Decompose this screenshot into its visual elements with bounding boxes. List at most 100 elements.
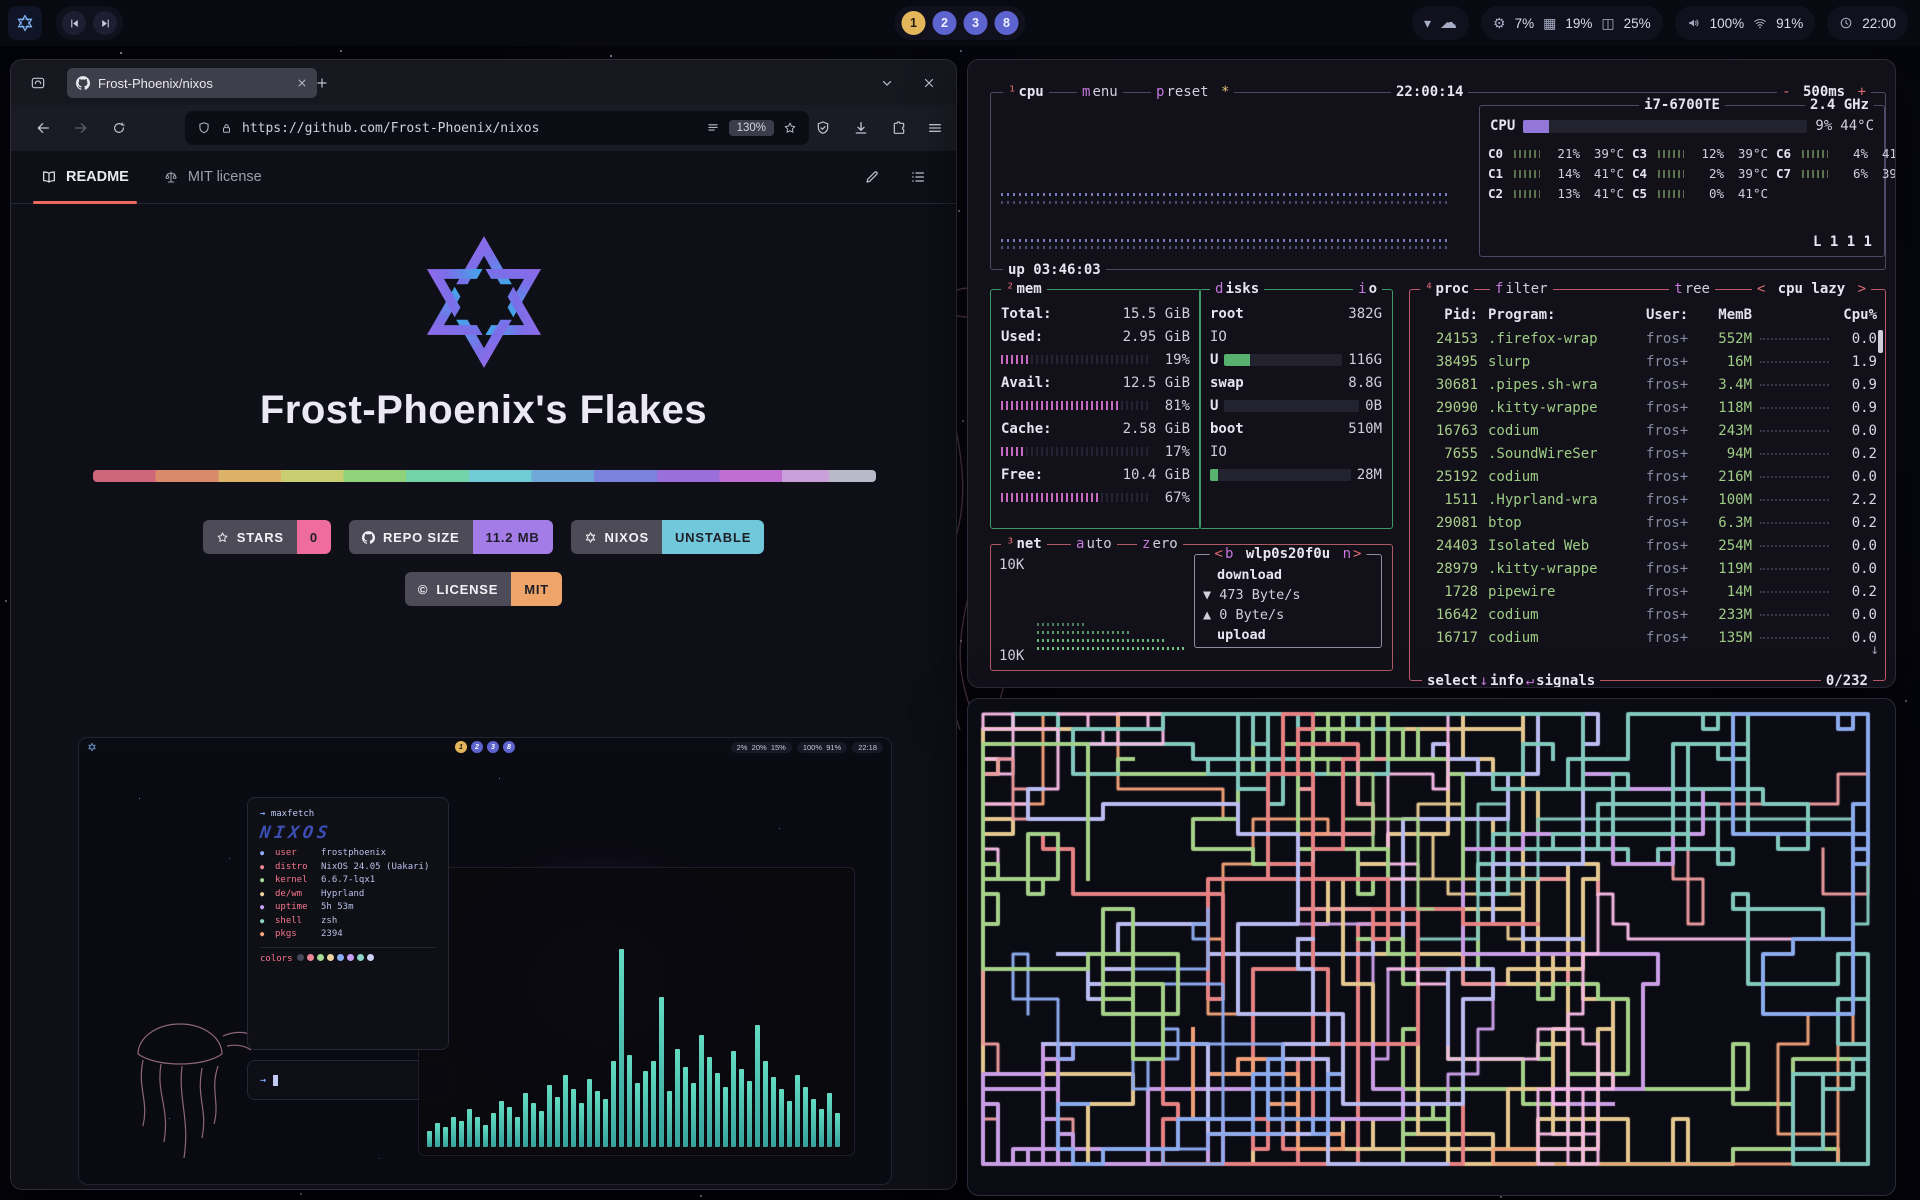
tracking-shield-icon[interactable] bbox=[197, 121, 211, 135]
disk-root-meter bbox=[1224, 354, 1342, 366]
nixos-launcher-button[interactable] bbox=[8, 6, 42, 40]
visualizer-bar bbox=[547, 1085, 552, 1147]
proc-row[interactable]: 7655.SoundWireSerfros+94M0.2 bbox=[1420, 442, 1877, 465]
iface-prev-arrow[interactable]: < bbox=[1215, 545, 1223, 563]
reader-mode-icon[interactable] bbox=[706, 121, 720, 135]
weather-widget[interactable]: ▾ ☁ bbox=[1412, 6, 1469, 40]
app-menu-button[interactable] bbox=[923, 116, 947, 140]
menu-label: enu bbox=[1092, 83, 1117, 101]
interval-minus[interactable]: - bbox=[1782, 83, 1790, 101]
proc-pid: 38495 bbox=[1420, 354, 1478, 370]
stars-badge[interactable]: STARS 0 bbox=[203, 520, 331, 554]
header-mem[interactable]: MemB bbox=[1702, 307, 1752, 323]
proc-leader bbox=[1760, 384, 1829, 386]
iface-next-key[interactable]: n bbox=[1343, 545, 1351, 563]
tab-mit-license[interactable]: MIT license bbox=[163, 151, 262, 203]
bookmark-star-icon[interactable] bbox=[783, 121, 797, 135]
proc-footer-keys[interactable]: select ↓ info ↵ signals bbox=[1422, 672, 1600, 688]
proc-header-row[interactable]: Pid: Program: User: MemB Cpu% bbox=[1420, 302, 1877, 327]
proc-row[interactable]: 1511.Hyprland-wrafros+100M2.2 bbox=[1420, 488, 1877, 511]
proc-box-title[interactable]: ⁴proc bbox=[1420, 280, 1474, 298]
zoom-level-badge[interactable]: 130% bbox=[729, 120, 774, 136]
select-key-label[interactable]: select bbox=[1427, 672, 1478, 688]
proc-row[interactable]: 1728pipewirefros+14M0.2 bbox=[1420, 580, 1877, 603]
proc-row[interactable]: 38495slurpfros+16M1.9 bbox=[1420, 350, 1877, 373]
proc-scrollbar-thumb[interactable] bbox=[1878, 330, 1883, 353]
mem-box-title[interactable]: ²mem bbox=[1001, 280, 1047, 298]
repo-size-badge[interactable]: REPO SIZE 11.2 MB bbox=[349, 520, 553, 554]
proc-row[interactable]: 16717codiumfros+135M0.0 bbox=[1420, 626, 1877, 649]
proc-row[interactable]: 29090.kitty-wrappefros+118M0.9 bbox=[1420, 396, 1877, 419]
proc-row[interactable]: 24403Isolated Webfros+254M0.0 bbox=[1420, 534, 1877, 557]
signals-key-label[interactable]: signals bbox=[1536, 672, 1595, 688]
io-mode-button[interactable]: io bbox=[1353, 280, 1382, 298]
rainbow-divider bbox=[93, 470, 876, 482]
info-key-label[interactable]: info bbox=[1490, 672, 1524, 688]
sort-next-arrow[interactable]: > bbox=[1858, 280, 1866, 298]
net-zero-button[interactable]: zero bbox=[1137, 535, 1183, 553]
window-close-button[interactable] bbox=[918, 72, 940, 94]
back-button[interactable] bbox=[31, 116, 55, 140]
url-bar[interactable]: https://github.com/Frost-Phoenix/nixos 1… bbox=[185, 111, 809, 145]
workspace-button-8[interactable]: 8 bbox=[995, 11, 1019, 35]
media-previous-button[interactable] bbox=[62, 11, 86, 35]
net-auto-button[interactable]: auto bbox=[1071, 535, 1117, 553]
license-badge[interactable]: ©LICENSE MIT bbox=[405, 572, 562, 606]
net-interface-switcher[interactable]: <b wlp0s20f0u n> bbox=[1210, 545, 1367, 563]
firefox-view-button[interactable] bbox=[27, 72, 49, 94]
btop-cpu-box: ¹cpu menu preset * 22:00:14 - 500ms + up… bbox=[990, 92, 1886, 270]
io-title: o bbox=[1369, 280, 1377, 298]
header-user[interactable]: User: bbox=[1646, 307, 1702, 323]
proc-row[interactable]: 16642codiumfros+233M0.0 bbox=[1420, 603, 1877, 626]
downloads-button[interactable] bbox=[849, 116, 873, 140]
cpu-box-title[interactable]: ¹cpu bbox=[1003, 83, 1049, 101]
sort-mode-switcher[interactable]: < cpu lazy > bbox=[1752, 280, 1871, 298]
workspace-button-3[interactable]: 3 bbox=[964, 11, 988, 35]
header-pid[interactable]: Pid: bbox=[1420, 307, 1478, 323]
mem-used-label: Used: bbox=[1001, 329, 1043, 345]
menu-button[interactable]: menu bbox=[1077, 83, 1123, 101]
workspace-button-1[interactable]: 1 bbox=[902, 11, 926, 35]
media-next-button[interactable] bbox=[93, 11, 117, 35]
forward-icon bbox=[73, 120, 89, 136]
tab-close-icon[interactable] bbox=[296, 77, 308, 89]
proc-mem: 243M bbox=[1702, 423, 1752, 439]
system-stats-widget[interactable]: ⚙ 7% ▦ 19% ◫ 25% bbox=[1481, 6, 1663, 40]
header-cpu[interactable]: Cpu% bbox=[1837, 307, 1877, 323]
net-box-title[interactable]: ³net bbox=[1001, 535, 1047, 553]
header-program[interactable]: Program: bbox=[1488, 307, 1646, 323]
proc-user: fros+ bbox=[1646, 630, 1702, 646]
new-tab-button[interactable] bbox=[311, 72, 333, 94]
proc-cpu: 2.2 bbox=[1837, 492, 1877, 508]
disks-box-title[interactable]: disks bbox=[1210, 280, 1264, 298]
protections-button[interactable] bbox=[811, 116, 835, 140]
edit-readme-button[interactable] bbox=[864, 169, 880, 185]
outline-button[interactable] bbox=[910, 169, 926, 185]
tab-list-button[interactable] bbox=[876, 72, 898, 94]
proc-row[interactable]: 16763codiumfros+243M0.0 bbox=[1420, 419, 1877, 442]
proc-row[interactable]: 28979.kitty-wrappefros+119M0.0 bbox=[1420, 557, 1877, 580]
dropdown-icon: ▾ bbox=[1424, 15, 1431, 32]
core-meter bbox=[1658, 170, 1684, 178]
forward-button[interactable] bbox=[69, 116, 93, 140]
extensions-button[interactable] bbox=[887, 116, 911, 140]
proc-row[interactable]: 29081btopfros+6.3M0.2 bbox=[1420, 511, 1877, 534]
readme-screenshot-image[interactable]: 1 2 3 8 2% 20% 15% 100% 91% 22:18 bbox=[78, 737, 892, 1185]
reload-button[interactable] bbox=[107, 116, 131, 140]
audio-network-widget[interactable]: 100% 91% bbox=[1675, 6, 1816, 40]
tab-readme[interactable]: README bbox=[41, 151, 129, 203]
nixos-badge[interactable]: NIXOS UNSTABLE bbox=[571, 520, 765, 554]
proc-row[interactable]: 25192codiumfros+216M0.0 bbox=[1420, 465, 1877, 488]
browser-tab[interactable]: Frost-Phoenix/nixos bbox=[67, 68, 317, 98]
preset-button[interactable]: preset * bbox=[1151, 83, 1234, 101]
proc-mem: 100M bbox=[1702, 492, 1752, 508]
workspace-button-2[interactable]: 2 bbox=[933, 11, 957, 35]
filter-button[interactable]: filter bbox=[1490, 280, 1553, 298]
iface-next-arrow[interactable]: > bbox=[1353, 545, 1361, 563]
clock-widget[interactable]: 22:00 bbox=[1827, 6, 1908, 40]
tree-button[interactable]: tree bbox=[1669, 280, 1715, 298]
sort-prev-arrow[interactable]: < bbox=[1757, 280, 1765, 298]
proc-row[interactable]: 30681.pipes.sh-wrafros+3.4M0.9 bbox=[1420, 373, 1877, 396]
proc-row[interactable]: 24153.firefox-wrapfros+552M0.0 bbox=[1420, 327, 1877, 350]
iface-prev-key[interactable]: b bbox=[1225, 545, 1233, 563]
